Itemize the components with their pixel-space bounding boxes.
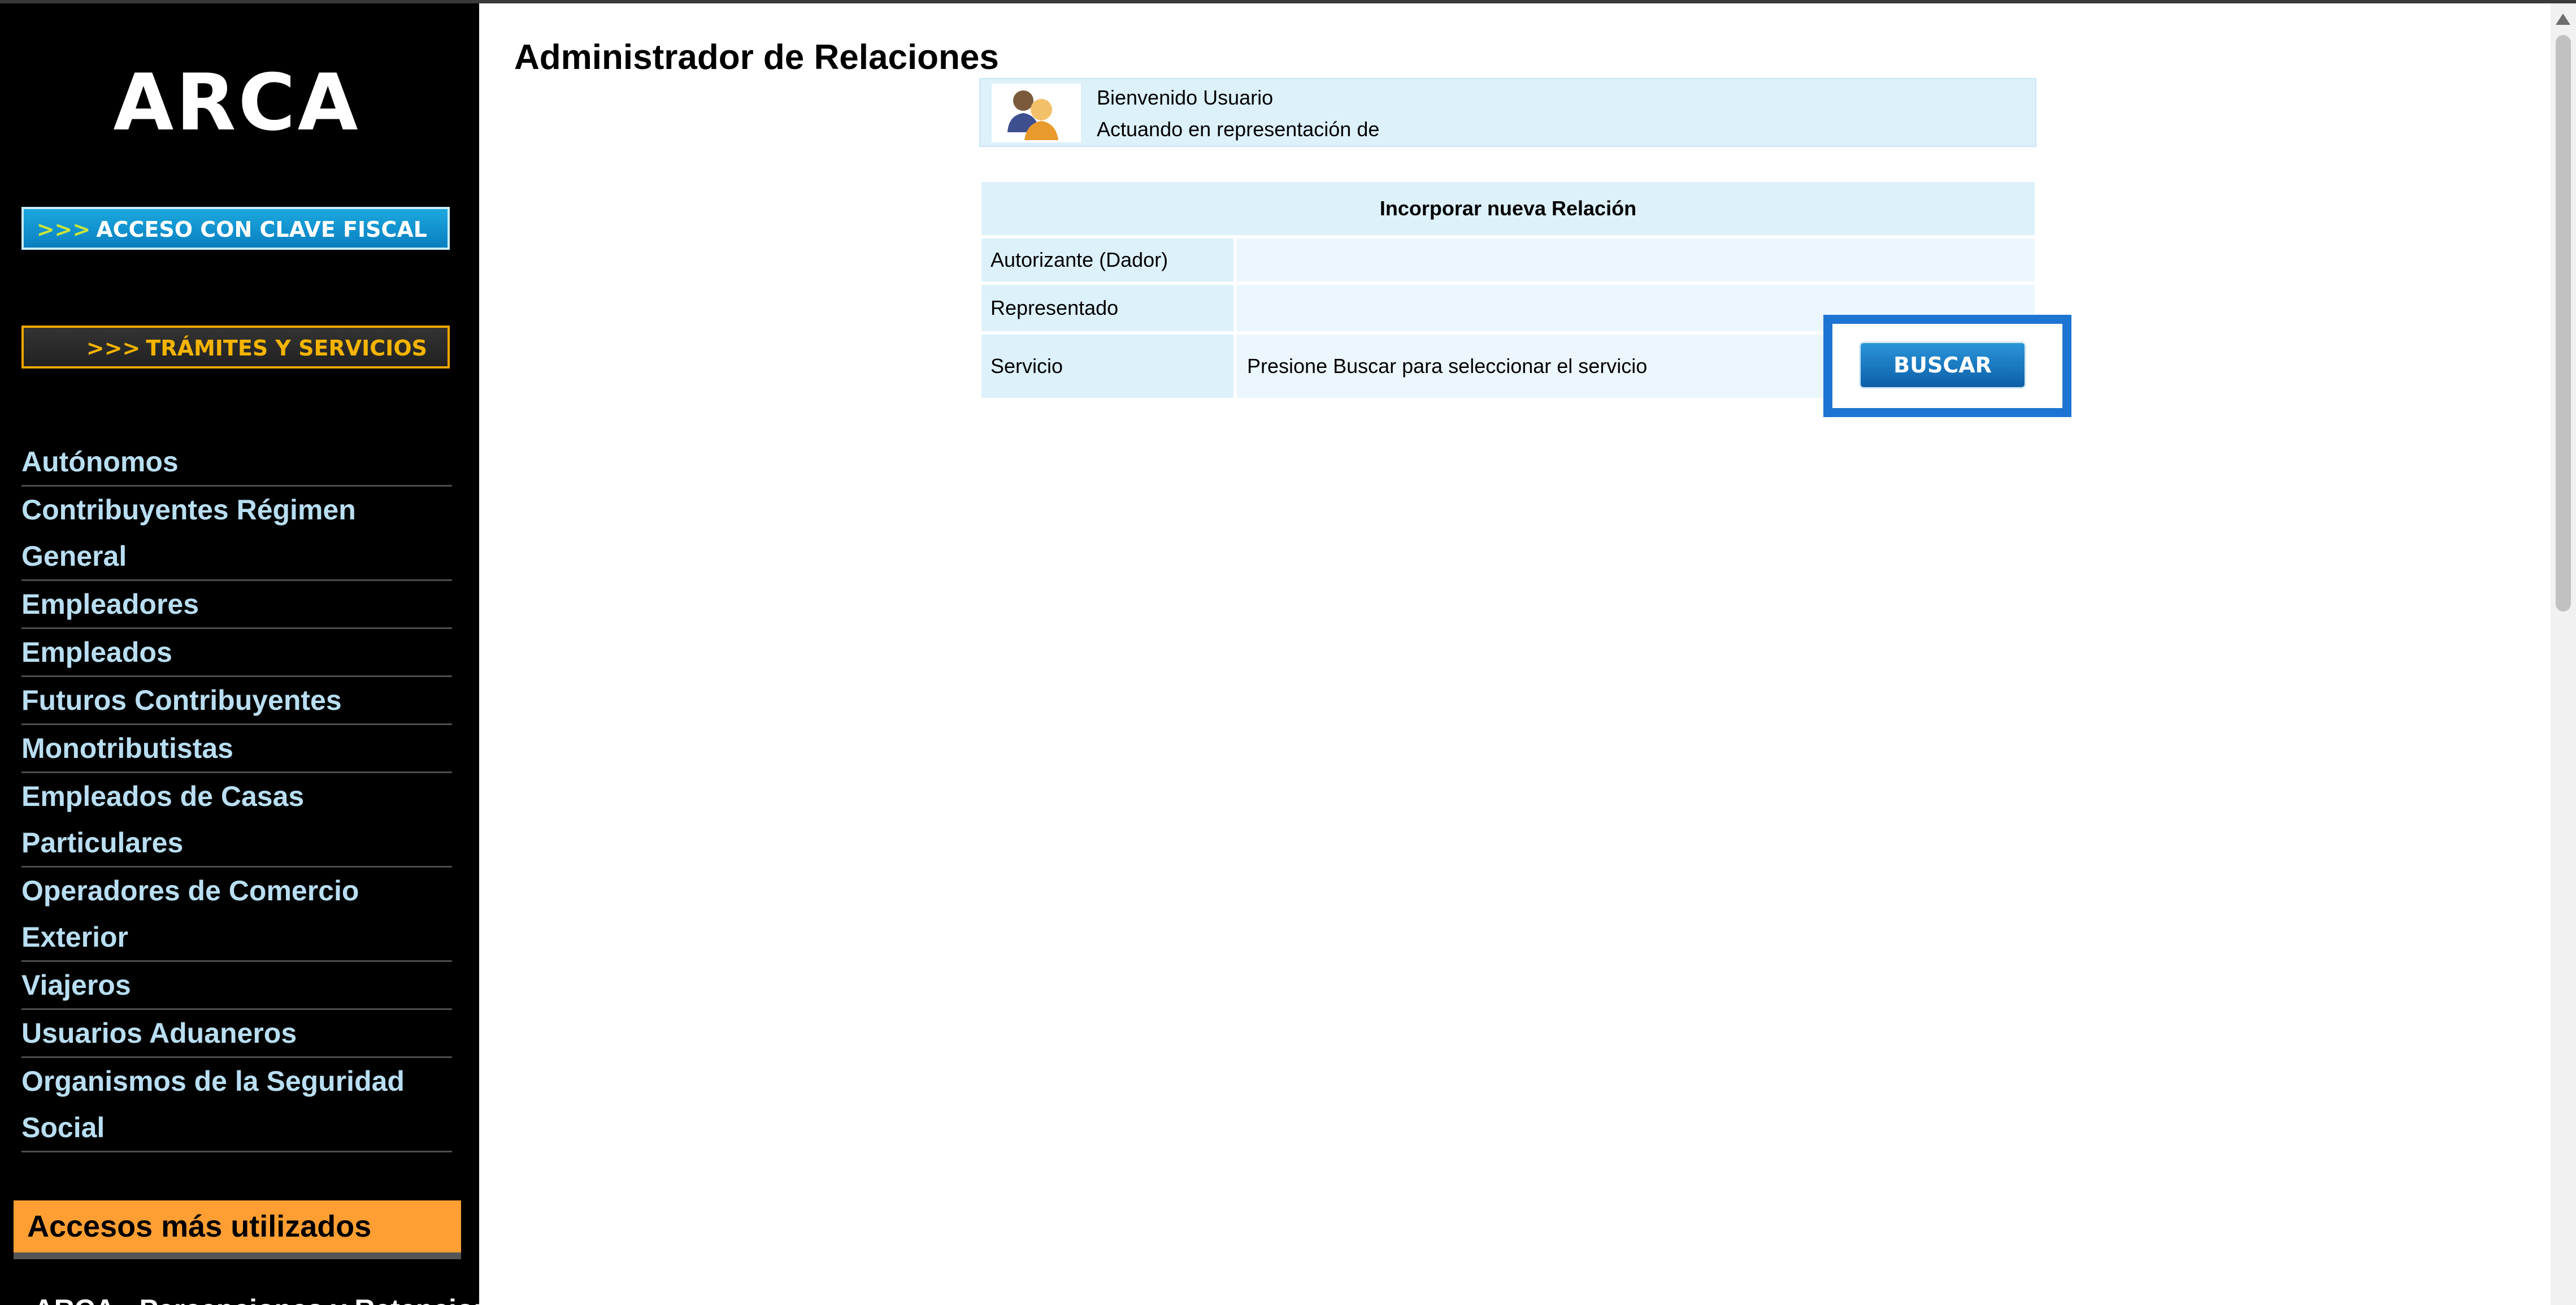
sidebar-item-autonomos[interactable]: Autónomos — [21, 439, 452, 487]
sidebar-item-contribuyentes-regimen-general[interactable]: Contribuyentes Régimen General — [21, 487, 452, 581]
acceso-clave-fiscal-label: ACCESO CON CLAVE FISCAL — [96, 217, 427, 242]
sidebar-item-futuros-contribuyentes[interactable]: Futuros Contribuyentes — [21, 677, 452, 725]
panel-header: Incorporar nueva Relación — [981, 182, 2035, 235]
sidebar-item-usuarios-aduaneros[interactable]: Usuarios Aduaneros — [21, 1010, 452, 1058]
page-title: Administrador de Relaciones — [514, 38, 999, 77]
sidebar-item-monotributistas[interactable]: Monotributistas — [21, 725, 452, 773]
welcome-user-text: Bienvenido Usuario — [1097, 86, 1274, 109]
scrollbar-thumb[interactable] — [2556, 35, 2571, 612]
sidebar-nav: Autónomos Contribuyentes Régimen General… — [21, 439, 452, 1152]
arrows-icon: >>> — [36, 217, 91, 242]
tramites-servicios-label: TRÁMITES Y SERVICIOS — [146, 336, 427, 361]
representado-label: Representado — [981, 285, 1233, 331]
sidebar-item-organismos-seguridad-social[interactable]: Organismos de la Seguridad Social — [21, 1058, 452, 1152]
autorizante-label: Autorizante (Dador) — [981, 239, 1233, 281]
arca-logo[interactable]: ARCA — [0, 58, 474, 148]
sidebar-link-percepciones[interactable]: • ARCA - Percepciones y Retenciones — [17, 1293, 479, 1305]
welcome-bar: Bienvenido Usuario Actuando en represent… — [979, 78, 2036, 147]
sidebar-item-viajeros[interactable]: Viajeros — [21, 962, 452, 1010]
acceso-clave-fiscal-banner[interactable]: >>> ACCESO CON CLAVE FISCAL — [21, 207, 450, 250]
buscar-button[interactable]: BUSCAR — [1859, 341, 2026, 389]
sidebar: ARCA >>> ACCESO CON CLAVE FISCAL >>> TRÁMI… — [0, 3, 479, 1305]
scroll-up-arrow-icon[interactable] — [2556, 14, 2570, 25]
servicio-label: Servicio — [981, 335, 1233, 398]
users-icon — [992, 84, 1081, 142]
autorizante-row: Autorizante (Dador) — [981, 239, 2035, 281]
tramites-servicios-banner[interactable]: >>> TRÁMITES Y SERVICIOS — [21, 326, 450, 368]
sidebar-item-empleados[interactable]: Empleados — [21, 629, 452, 677]
autorizante-value — [1237, 239, 2035, 281]
representation-text: Actuando en representación de — [1097, 118, 1380, 141]
arrows-icon: >>> — [86, 336, 141, 361]
sidebar-item-empleados-casas-particulares[interactable]: Empleados de Casas Particulares — [21, 773, 452, 868]
sidebar-item-operadores-comercio-exterior[interactable]: Operadores de Comercio Exterior — [21, 868, 452, 962]
vertical-scrollbar[interactable] — [2551, 3, 2576, 1305]
accesos-mas-utilizados-header[interactable]: Accesos más utilizados — [14, 1200, 461, 1259]
sidebar-item-empleadores[interactable]: Empleadores — [21, 581, 452, 629]
